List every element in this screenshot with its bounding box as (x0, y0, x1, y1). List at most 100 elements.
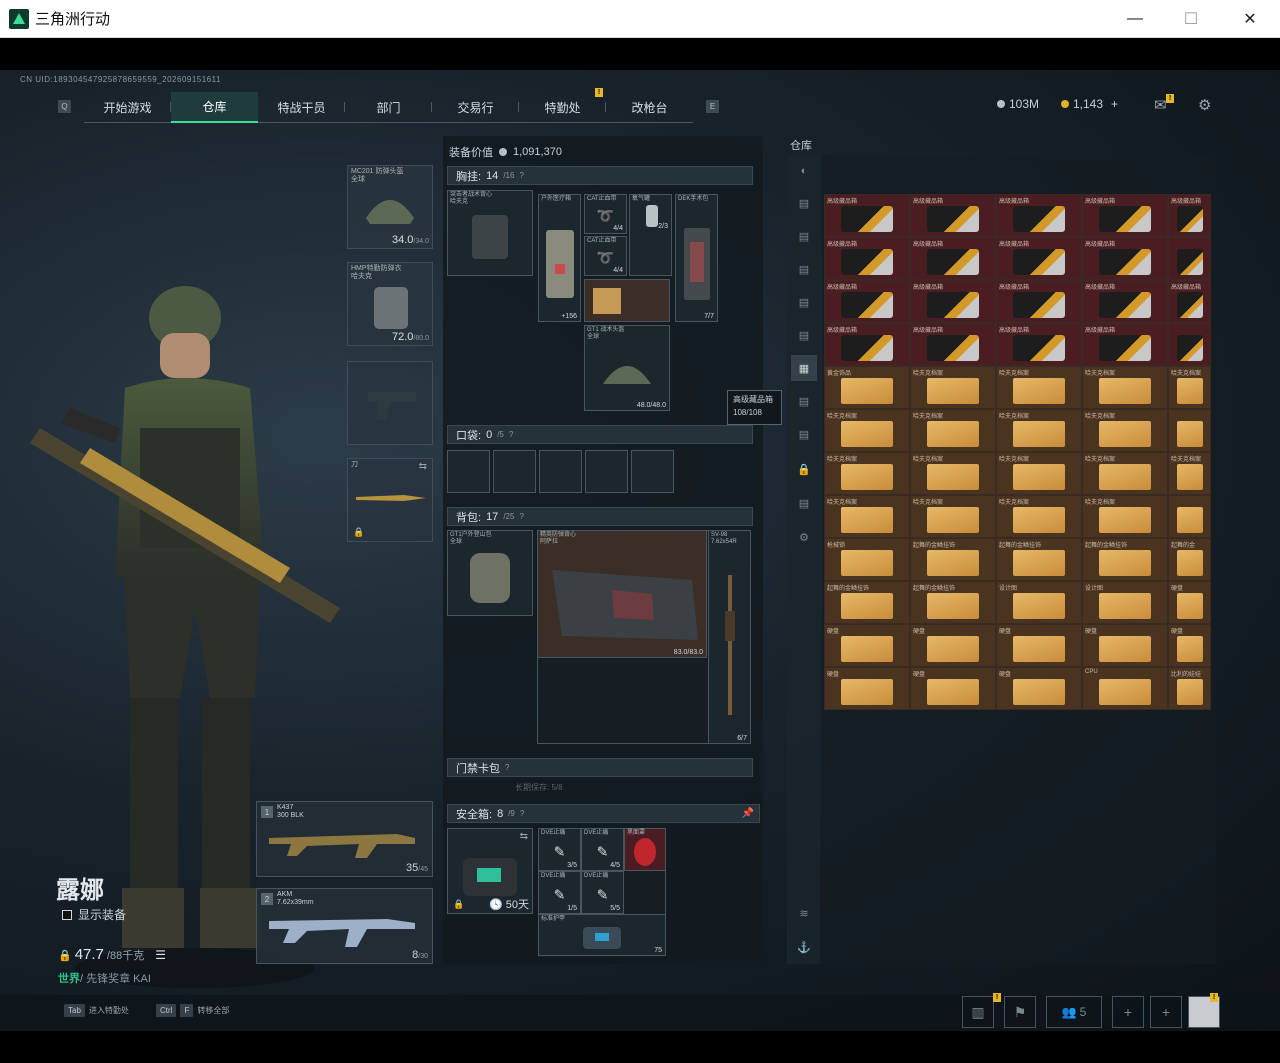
armor-slot[interactable]: HMP特勤防弹衣 哈夫克 72.0/80.0 (347, 262, 433, 346)
document-item[interactable] (584, 279, 670, 322)
stash-item[interactable]: 哈夫克档案 (910, 409, 996, 452)
safebox-item[interactable]: ⇆ 🔒 🕓 50天 (447, 828, 533, 914)
stash-tab-8-icon[interactable]: ▤ (791, 421, 817, 447)
stash-item[interactable]: 设计图 (1082, 581, 1168, 624)
list-icon[interactable]: ☰ (155, 948, 166, 962)
stash-item[interactable]: 硬盘 (996, 667, 1082, 710)
stash-item[interactable]: 硬盘 (824, 667, 910, 710)
pistol-slot[interactable] (347, 361, 433, 445)
stash-item[interactable]: 哈夫克档案 (824, 452, 910, 495)
stash-item[interactable]: 哈夫克档案 (910, 495, 996, 538)
stash-item[interactable] (1168, 495, 1211, 538)
help-icon[interactable]: ? (505, 763, 509, 772)
stash-item[interactable]: 硬盘 (910, 667, 996, 710)
stash-item[interactable]: 高级藏品箱 (910, 194, 996, 237)
oxygen-item[interactable]: 氧气罐 2/3 (629, 194, 672, 276)
stash-item[interactable]: 哈夫克档案 (1082, 409, 1168, 452)
swap-icon[interactable]: ⇆ (520, 831, 528, 842)
painkiller-item[interactable]: DVE止痛 ✎ 4/5 (581, 828, 624, 871)
stash-tab-2-icon[interactable]: ▤ (791, 223, 817, 249)
stash-item[interactable]: 起舞的金鳞挂饰 (910, 581, 996, 624)
tab-start-game[interactable]: 开始游戏 (84, 92, 171, 123)
stash-item[interactable]: 硬盘 (824, 624, 910, 667)
pocket-slot[interactable] (585, 450, 628, 493)
stash-item[interactable]: 高级藏品箱 (910, 323, 996, 366)
chest-rig-item[interactable]: 突击者战术背心 哈夫克 (447, 190, 533, 276)
tab-department[interactable]: 部门 (345, 92, 432, 123)
stash-item[interactable]: 高级藏品箱 (1168, 194, 1211, 237)
stash-item[interactable]: 哈夫克档案 (824, 409, 910, 452)
medkit-item[interactable]: 户外医疗箱 +156 (538, 194, 581, 322)
secondary-weapon-card[interactable]: 2 AKM 7.62x39mm 8/30 (256, 888, 433, 964)
invite-slot-2[interactable]: + (1150, 996, 1182, 1028)
help-icon[interactable]: ? (519, 171, 523, 180)
stash-item[interactable]: 起舞的金鳞挂饰 (910, 538, 996, 581)
melee-slot[interactable]: 刀 ⇆ 🔒 (347, 458, 433, 542)
checkbox[interactable] (62, 909, 72, 920)
stash-item[interactable]: 哈夫克档案 (996, 452, 1082, 495)
stash-item[interactable]: 哈夫克档案 (1082, 495, 1168, 538)
stash-item[interactable]: 高级藏品箱 (1082, 323, 1168, 366)
stash-item[interactable]: 高级藏品箱 (824, 280, 910, 323)
painkiller-item[interactable]: DVE止痛 ✎ 1/5 (538, 871, 581, 914)
helmet-item[interactable]: GT1 战术头盔 全球 48.0/48.0 (584, 325, 670, 411)
stash-item[interactable]: CPU (1082, 667, 1168, 710)
stash-item[interactable]: 起舞的金 (1168, 538, 1211, 581)
stash-item[interactable]: 硬盘 (1168, 581, 1211, 624)
flag-icon[interactable]: ⚑ (1004, 996, 1036, 1028)
hint-transfer-all[interactable]: Ctrl F 转移全部 (156, 1004, 229, 1017)
stash-item[interactable]: 设计图 (996, 581, 1082, 624)
stash-item[interactable]: 哈夫克档案 (824, 495, 910, 538)
stash-item[interactable]: 硬盘 (1082, 624, 1168, 667)
stash-item[interactable] (1168, 323, 1211, 366)
pocket-slot[interactable] (631, 450, 674, 493)
tab-warehouse[interactable]: 仓库 (171, 92, 258, 123)
stash-item[interactable]: 起舞的金鳞挂饰 (824, 581, 910, 624)
stash-item[interactable]: 高级藏品箱 (996, 280, 1082, 323)
stash-item[interactable]: 哈夫克档案 (1082, 452, 1168, 495)
stash-item[interactable]: 比利的娃娃 (1168, 667, 1211, 710)
close-button[interactable]: ✕ (1227, 0, 1273, 38)
pocket-slot[interactable] (493, 450, 536, 493)
settings-gear-icon[interactable]: ⚙ (1198, 96, 1211, 114)
stash-item[interactable]: 高级藏品箱 (1082, 237, 1168, 280)
stash-tab-6-icon[interactable]: ▦ (791, 355, 817, 381)
armor-vest-item[interactable]: 精英防弹背心 阿萨拉 83.0/83.0 (537, 530, 707, 658)
helmet-slot[interactable]: MC201 防弹头盔 全球 34.0/34.0 (347, 165, 433, 249)
pocket-slot[interactable] (447, 450, 490, 493)
stash-item[interactable]: 高级藏品箱 (996, 323, 1082, 366)
tab-operators[interactable]: 特战干员 (258, 92, 345, 123)
stash-item[interactable]: 黄金饰品 (824, 366, 910, 409)
pocket-slot[interactable] (539, 450, 582, 493)
tab-trade[interactable]: 交易行 (432, 92, 519, 123)
stash-item[interactable]: 哈夫克档案 (996, 495, 1082, 538)
tourniquet-item[interactable]: CAT止血带 ➰ 4/4 (584, 194, 627, 234)
layers-icon[interactable]: ≋ (791, 900, 817, 926)
add-currency-button[interactable]: + (1111, 97, 1118, 111)
stash-tab-7-icon[interactable]: ▤ (791, 388, 817, 414)
help-icon[interactable]: ? (509, 430, 513, 439)
team-button[interactable]: 👥 5 (1046, 996, 1102, 1028)
painkiller-item[interactable]: DVE止痛 ✎ 5/5 (581, 871, 624, 914)
primary-weapon-card[interactable]: 1 K437 300 BLK 35/45 (256, 801, 433, 877)
stash-tab-5-icon[interactable]: ▤ (791, 322, 817, 348)
stash-item[interactable]: 哈夫克档案 (1168, 452, 1211, 495)
stash-item[interactable]: 高级藏品箱 (824, 194, 910, 237)
stash-tab-1-icon[interactable]: ▤ (791, 190, 817, 216)
stash-item[interactable]: 硬盘 (1168, 624, 1211, 667)
stash-item[interactable]: 起舞的金鳞挂饰 (1082, 538, 1168, 581)
stats-icon[interactable]: ▥ (962, 996, 994, 1028)
minimize-button[interactable]: — (1112, 0, 1158, 38)
stash-tab-4-icon[interactable]: ▤ (791, 289, 817, 315)
armor-pouch-item[interactable]: 标准护甲 75 (538, 914, 666, 956)
sniper-rifle-item[interactable]: SV-98 7.62x54R 6/7 (708, 530, 751, 744)
mail-icon[interactable]: ✉ (1154, 96, 1167, 114)
show-equipment-toggle[interactable]: 显示装备 (62, 906, 126, 923)
stash-item[interactable]: 硬盘 (996, 624, 1082, 667)
sort-icon[interactable]: ⚓ (791, 934, 817, 960)
stash-item[interactable]: 高级藏品箱 (910, 280, 996, 323)
stash-item[interactable]: 起舞的金鳞挂饰 (996, 538, 1082, 581)
invite-slot-1[interactable]: + (1112, 996, 1144, 1028)
stash-item[interactable]: 哈夫克档案 (1082, 366, 1168, 409)
stash-tab-9-icon[interactable]: ▤ (791, 490, 817, 516)
